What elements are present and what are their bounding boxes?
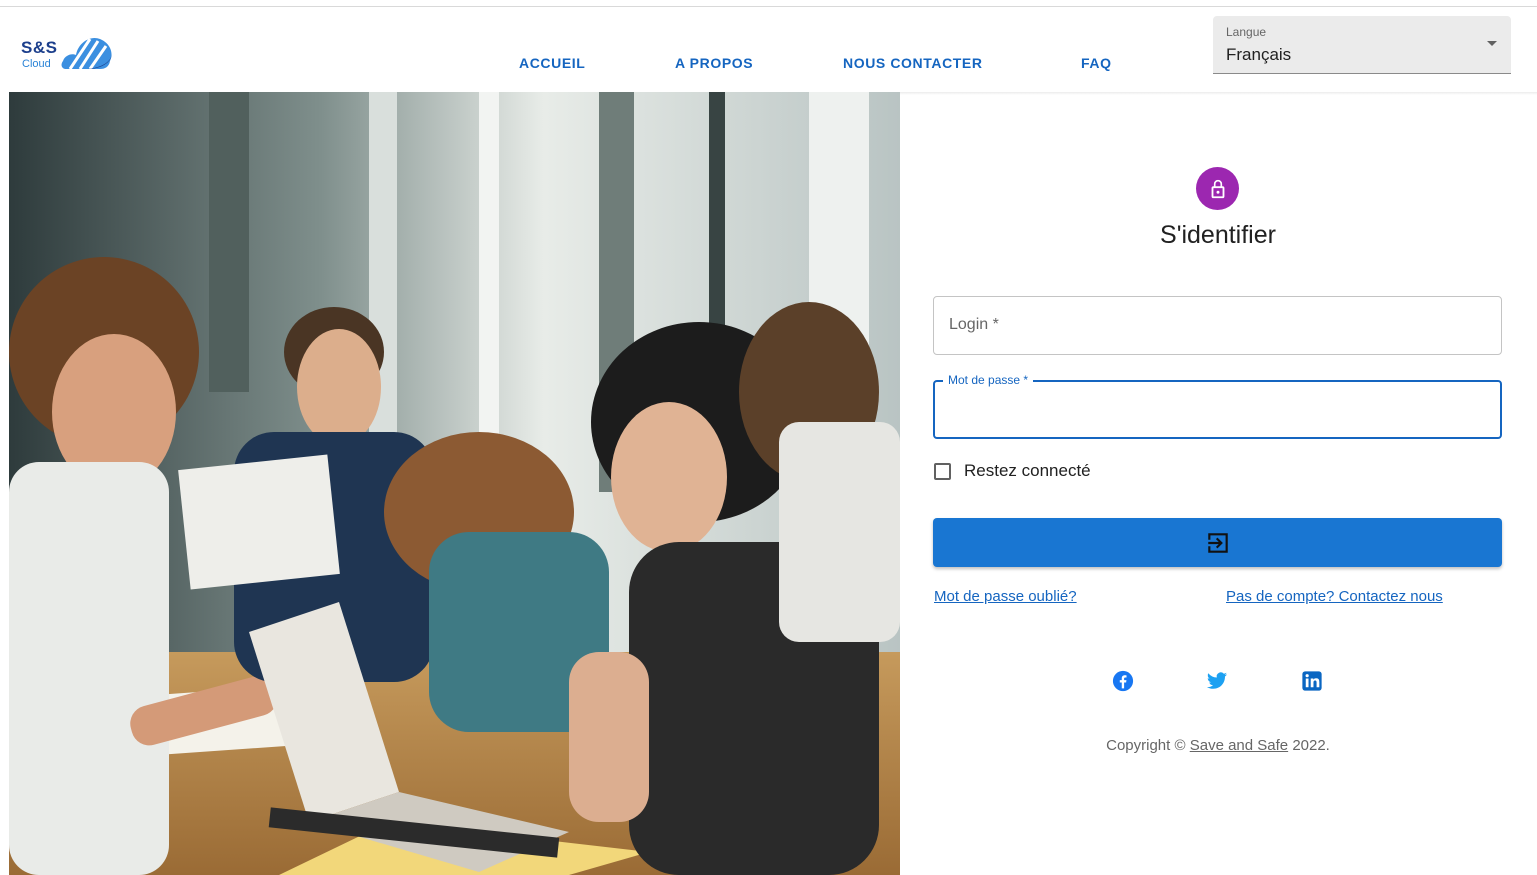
nav-accueil[interactable]: ACCUEIL [519, 55, 585, 71]
language-label: Langue [1226, 25, 1267, 39]
remember-me[interactable]: Restez connecté [934, 460, 1091, 482]
header: S&S Cloud ACCUEIL A PROPOS NOUS CONTACTE… [0, 7, 1537, 92]
linkedin-icon[interactable] [1301, 670, 1323, 692]
language-select[interactable]: Langue Français [1213, 16, 1511, 74]
remember-label: Restez connecté [964, 461, 1091, 480]
chevron-down-icon [1487, 41, 1497, 46]
copyright-prefix: Copyright © [1106, 737, 1186, 754]
logo-brand: S&S [21, 38, 58, 57]
nav-faq[interactable]: FAQ [1081, 55, 1112, 71]
login-input[interactable] [934, 297, 1501, 354]
copyright-year: 2022. [1292, 737, 1330, 754]
company-link[interactable]: Save and Safe [1190, 737, 1288, 754]
twitter-icon[interactable] [1206, 670, 1228, 692]
lock-avatar [1196, 167, 1239, 210]
cloud-logo-icon [61, 37, 112, 70]
login-icon [1207, 532, 1228, 553]
login-submit-button[interactable] [933, 518, 1502, 567]
remember-checkbox[interactable] [934, 462, 951, 480]
copyright: Copyright © Save and Safe 2022. [1000, 737, 1436, 754]
lock-icon [1211, 179, 1224, 198]
password-input[interactable] [935, 382, 1500, 437]
page-title: S'identifier [1160, 221, 1276, 249]
password-field[interactable]: Mot de passe * [933, 373, 1502, 439]
language-value: Français [1226, 45, 1292, 64]
facebook-icon[interactable] [1112, 670, 1134, 692]
nav-nous-contacter[interactable]: NOUS CONTACTER [843, 55, 983, 71]
forgot-password-link[interactable]: Mot de passe oublié? [934, 588, 1077, 605]
panel-shadow [900, 92, 1537, 95]
students-photo-illustration [9, 92, 900, 875]
login-field[interactable]: Login * [933, 296, 1502, 355]
logo[interactable]: S&S Cloud [20, 29, 115, 75]
signup-link[interactable]: Pas de compte? Contactez nous [1226, 588, 1443, 605]
students-photo [9, 92, 900, 875]
nav-a-propos[interactable]: A PROPOS [675, 55, 753, 71]
logo-sub: Cloud [22, 58, 51, 70]
